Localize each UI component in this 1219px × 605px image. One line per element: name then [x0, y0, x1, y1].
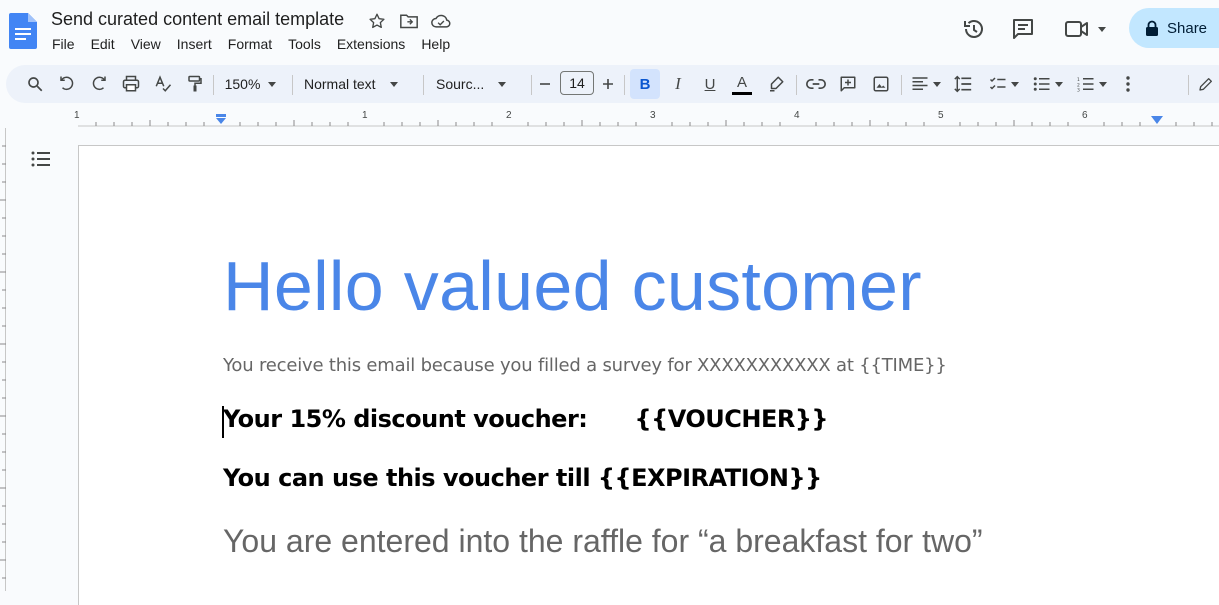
right-indent-marker-icon[interactable]	[1151, 116, 1163, 126]
chevron-down-icon	[389, 81, 398, 87]
chevron-down-icon	[1098, 26, 1106, 32]
checklist-icon	[989, 77, 1006, 90]
bold-button[interactable]: B	[630, 69, 660, 99]
underline-button[interactable]: U	[698, 65, 722, 103]
document-heading: Hello valued customer	[223, 247, 922, 325]
checklist-select[interactable]	[984, 65, 1024, 103]
paragraph-style-select[interactable]: Normal text	[304, 65, 412, 103]
text-color-glyph: A	[736, 74, 747, 91]
document-title[interactable]: Send curated content email template	[51, 9, 344, 30]
raffle-line: You are entered into the raffle for “a b…	[223, 523, 983, 559]
voucher-line: Your 15% discount voucher: {{VOUCHER}}	[223, 405, 828, 433]
font-size-input[interactable]: 14	[560, 71, 594, 95]
menu-insert[interactable]: Insert	[169, 35, 220, 53]
spellcheck-icon[interactable]	[151, 65, 175, 103]
line-spacing-icon[interactable]	[951, 65, 975, 103]
numbered-list-icon: 123	[1077, 77, 1094, 93]
align-left-icon	[912, 77, 928, 90]
menu-bar: File Edit View Insert Format Tools Exten…	[44, 35, 458, 53]
text-color-swatch	[732, 92, 752, 95]
menu-extensions[interactable]: Extensions	[329, 35, 413, 53]
chevron-down-icon	[268, 81, 277, 87]
formatting-toolbar: 150% Normal text Sourc... 14 B I U A 1 2…	[6, 65, 1219, 103]
font-value: Sourc...	[436, 76, 485, 92]
version-history-icon[interactable]	[960, 15, 988, 43]
add-comment-icon[interactable]	[836, 65, 860, 103]
menu-edit[interactable]: Edit	[83, 35, 123, 53]
star-icon[interactable]	[366, 10, 388, 32]
title-bar: Send curated content email template File…	[0, 0, 1219, 64]
lock-icon	[1146, 20, 1158, 36]
svg-text:3: 3	[1077, 88, 1080, 93]
chevron-down-icon	[1099, 81, 1107, 87]
chevron-down-icon	[933, 81, 941, 87]
menu-format[interactable]: Format	[220, 35, 280, 53]
svg-text:2: 2	[1077, 82, 1080, 88]
intro-paragraph: You receive this email because you fille…	[223, 355, 947, 376]
style-value: Normal text	[304, 76, 376, 92]
video-camera-icon	[1065, 21, 1088, 37]
expiration-line: You can use this voucher till {{EXPIRATI…	[223, 464, 822, 492]
chevron-down-icon	[1011, 81, 1019, 87]
share-button[interactable]: Share	[1129, 8, 1219, 48]
bulleted-list-select[interactable]	[1028, 65, 1068, 103]
undo-icon[interactable]	[55, 65, 79, 103]
docs-logo-icon[interactable]	[9, 13, 37, 49]
move-folder-icon[interactable]	[398, 10, 420, 32]
italic-button[interactable]: I	[666, 65, 690, 103]
align-select[interactable]	[907, 65, 945, 103]
horizontal-ruler[interactable]: 1 1 2 3 4 5 6	[0, 108, 1219, 128]
print-icon[interactable]	[119, 65, 143, 103]
redo-icon[interactable]	[87, 65, 111, 103]
menu-view[interactable]: View	[123, 35, 169, 53]
decrease-font-size-icon[interactable]	[537, 65, 553, 103]
meet-button[interactable]	[1064, 15, 1112, 43]
numbered-list-select[interactable]: 123	[1072, 65, 1112, 103]
menu-tools[interactable]: Tools	[280, 35, 329, 53]
increase-font-size-icon[interactable]	[600, 65, 616, 103]
zoom-value: 150%	[224, 76, 261, 92]
menu-file[interactable]: File	[44, 35, 83, 53]
ruler-ticks	[78, 120, 1219, 127]
text-color-button[interactable]: A	[730, 65, 754, 103]
document-page[interactable]: Hello valued customer You receive this e…	[78, 145, 1219, 605]
cloud-saved-icon[interactable]	[430, 10, 452, 32]
vertical-ruler[interactable]	[0, 128, 6, 591]
font-family-select[interactable]: Sourc...	[436, 65, 520, 103]
document-outline-icon[interactable]	[31, 150, 51, 170]
chevron-down-icon	[498, 81, 507, 87]
chevron-down-icon	[1055, 81, 1063, 87]
menu-help[interactable]: Help	[413, 35, 458, 53]
search-menus-icon[interactable]	[23, 65, 47, 103]
comments-icon[interactable]	[1009, 15, 1037, 43]
zoom-select[interactable]: 150%	[218, 65, 283, 103]
editing-mode-pencil-icon[interactable]	[1194, 65, 1218, 103]
insert-image-icon[interactable]	[869, 65, 893, 103]
highlight-color-icon[interactable]	[764, 65, 788, 103]
paint-format-icon[interactable]	[183, 65, 207, 103]
bulleted-list-icon	[1033, 77, 1050, 91]
left-indent-marker-icon[interactable]	[215, 114, 227, 126]
more-options-icon[interactable]	[1120, 65, 1136, 103]
insert-link-icon[interactable]	[804, 65, 828, 103]
svg-text:1: 1	[1077, 77, 1080, 83]
share-label: Share	[1167, 19, 1208, 37]
